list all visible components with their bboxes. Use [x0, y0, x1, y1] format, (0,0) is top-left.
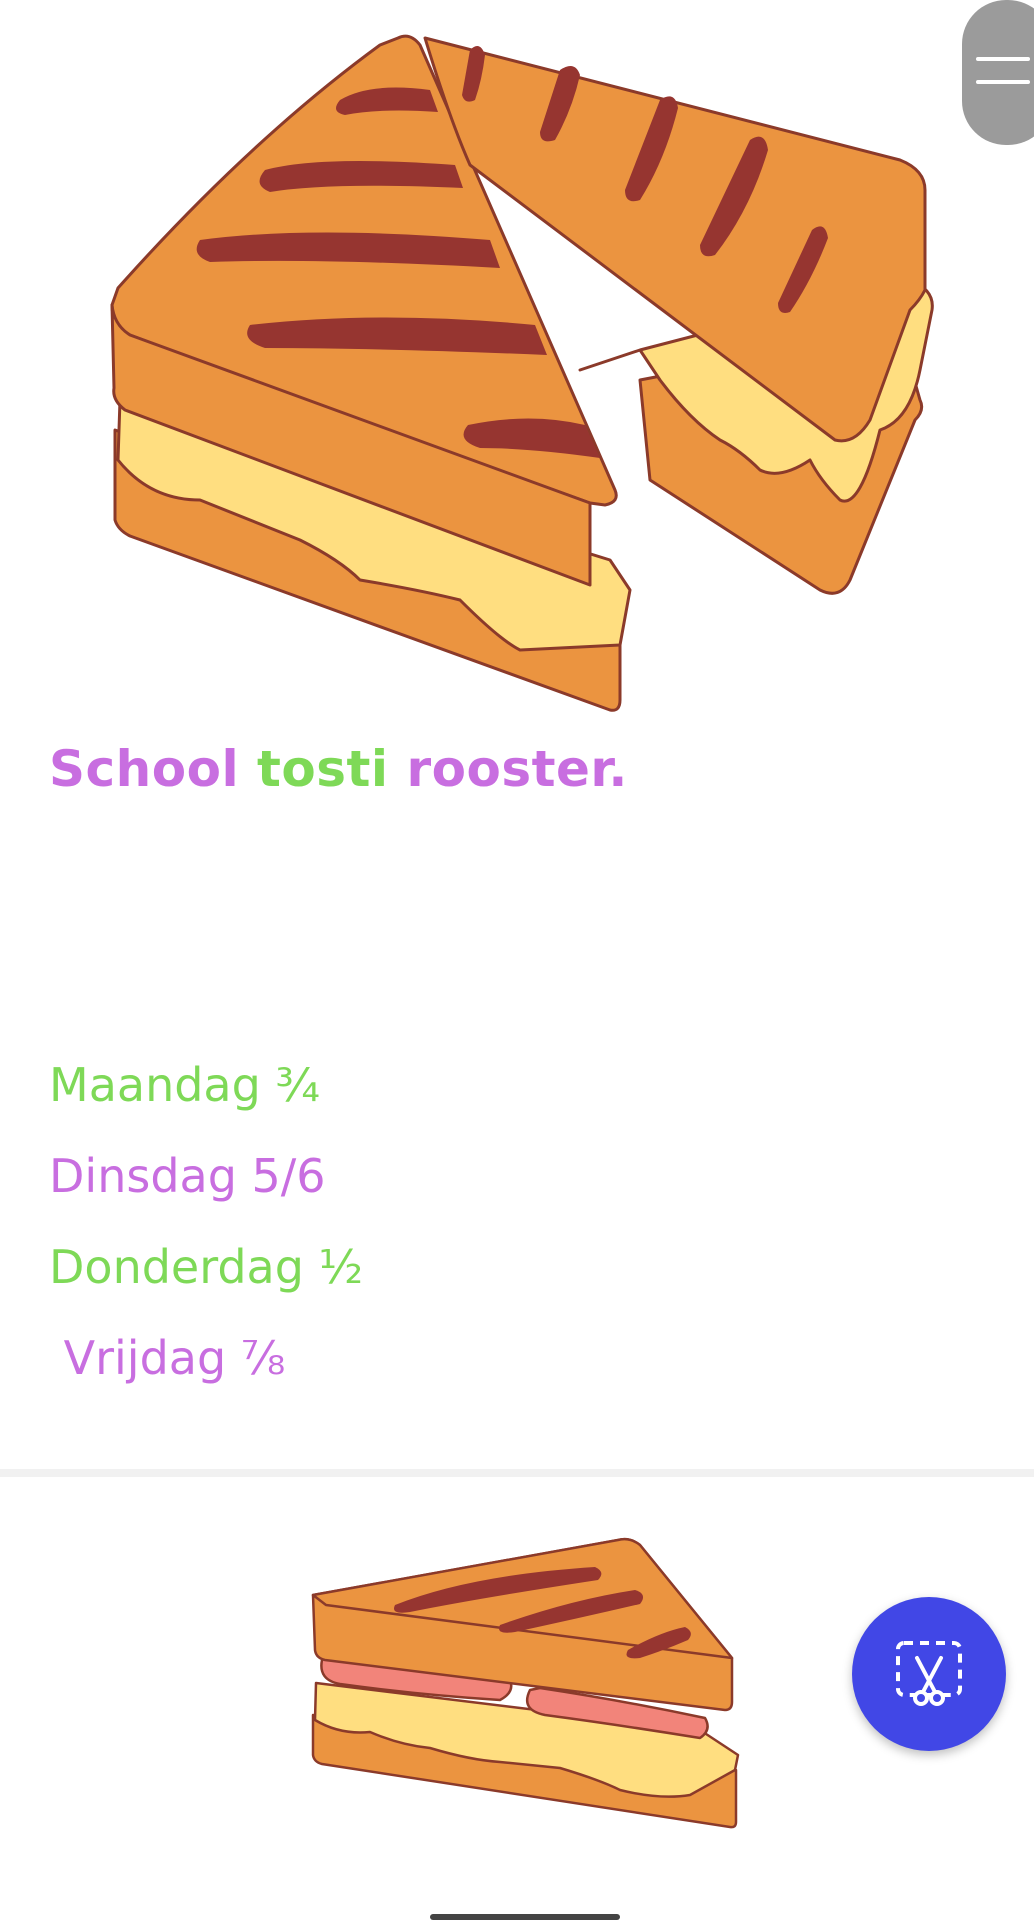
- menu-button[interactable]: [962, 0, 1034, 145]
- title-word-school: School: [49, 740, 257, 798]
- home-indicator[interactable]: [430, 1914, 620, 1920]
- schedule-item-dinsdag: Dinsdag 5/6: [49, 1149, 326, 1203]
- grilled-cheese-illustration: [110, 34, 934, 712]
- schedule-list: Maandag ¾ Dinsdag 5/6 Donderdag ½ Vrijda…: [49, 1040, 363, 1404]
- hamburger-menu-icon: [976, 57, 1030, 61]
- screenshot-scissors-icon: [896, 1641, 962, 1706]
- schedule-item-donderdag: Donderdag ½: [49, 1240, 364, 1294]
- title-word-tosti: tosti: [257, 740, 389, 798]
- screenshot-edit-button[interactable]: [852, 1597, 1006, 1751]
- schedule-item-maandag: Maandag ¾: [49, 1058, 321, 1112]
- ham-cheese-toastie-illustration: [311, 1537, 740, 1829]
- hamburger-menu-icon-line: [976, 80, 1030, 84]
- schedule-item-vrijdag: Vrijdag ⅞: [49, 1331, 286, 1385]
- page-title: School tosti rooster.: [49, 733, 628, 805]
- title-word-rooster: rooster.: [388, 740, 628, 798]
- section-divider: [0, 1469, 1034, 1477]
